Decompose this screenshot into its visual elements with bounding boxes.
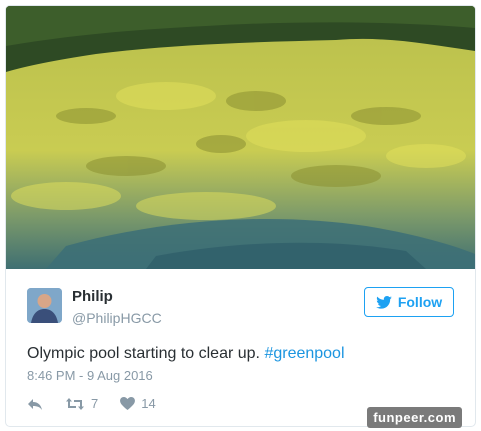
tweet-actions: 7 14 <box>27 396 156 411</box>
tweet-photo[interactable] <box>6 6 475 269</box>
watermark: funpeer.com <box>367 407 462 428</box>
tweet-body: Philip @PhilipHGCC Follow Olympic pool s… <box>6 269 475 426</box>
tweet-timestamp[interactable]: 8:46 PM - 9 Aug 2016 <box>27 368 153 383</box>
author-handle[interactable]: @PhilipHGCC <box>72 310 162 326</box>
avatar[interactable] <box>27 288 62 323</box>
retweet-icon <box>66 397 84 410</box>
author-name[interactable]: Philip <box>72 288 113 305</box>
follow-button[interactable]: Follow <box>364 287 454 317</box>
like-count: 14 <box>141 396 156 411</box>
retweet-count: 7 <box>91 396 99 411</box>
follow-label: Follow <box>397 294 443 310</box>
reply-icon <box>28 398 42 410</box>
tweet-text: Olympic pool starting to clear up. #gree… <box>27 345 345 363</box>
retweet-button[interactable]: 7 <box>65 396 98 411</box>
reply-button[interactable] <box>27 397 43 411</box>
tweet-text-main: Olympic pool starting to clear up. <box>27 345 265 362</box>
twitter-bird-icon <box>376 295 392 309</box>
heart-icon <box>120 397 136 410</box>
hashtag-link[interactable]: #greenpool <box>264 345 344 362</box>
tweet-card: Philip @PhilipHGCC Follow Olympic pool s… <box>5 5 476 427</box>
like-button[interactable]: 14 <box>120 396 156 411</box>
green-pool-image <box>6 6 475 269</box>
